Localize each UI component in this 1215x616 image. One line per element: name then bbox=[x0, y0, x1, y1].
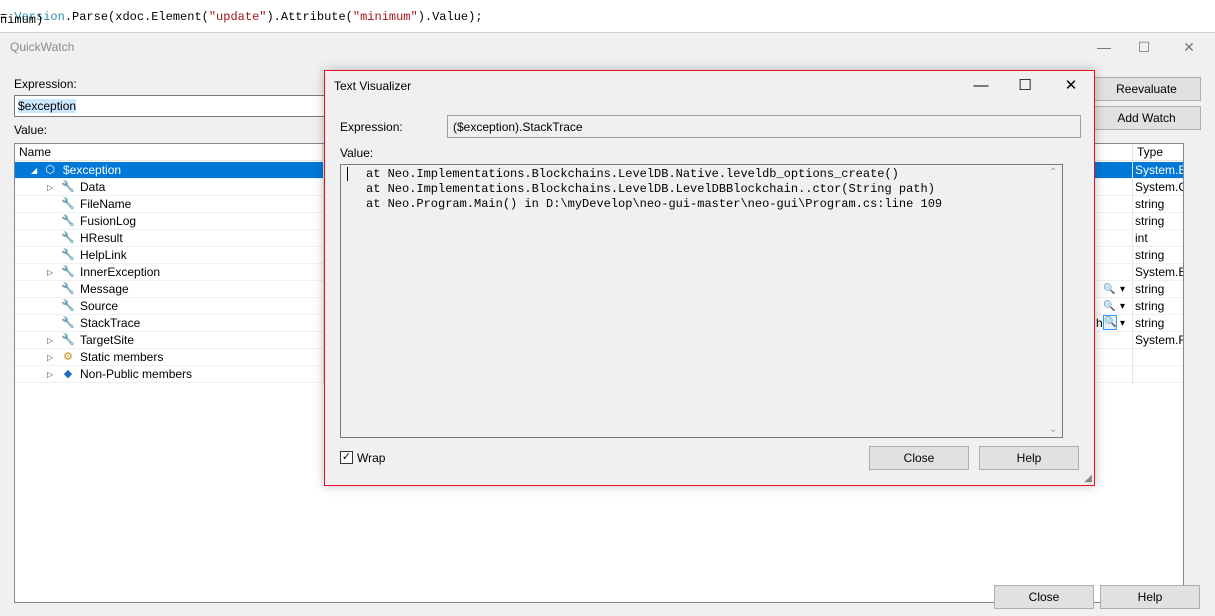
tree-row-name: $exception bbox=[63, 163, 122, 177]
collapse-icon[interactable]: ◢ bbox=[31, 162, 41, 179]
add-watch-button[interactable]: Add Watch bbox=[1092, 106, 1201, 130]
tree-row-name: TargetSite bbox=[80, 333, 135, 347]
grid-scrollbar[interactable]: ⌄ bbox=[1168, 162, 1183, 602]
expression-input[interactable]: $exception bbox=[14, 95, 326, 117]
tree-row-name: StackTrace bbox=[80, 316, 141, 330]
stack-trace-line: at Neo.Implementations.Blockchains.Level… bbox=[366, 167, 899, 181]
private-members-icon: ◆ bbox=[63, 368, 73, 380]
visualizer-dropdown-icon[interactable]: ▾ bbox=[1120, 281, 1125, 298]
scroll-down-icon[interactable]: ⌄ bbox=[1049, 424, 1057, 435]
wrench-icon: 🔧 bbox=[61, 215, 75, 227]
expand-icon[interactable]: ▷ bbox=[47, 349, 57, 366]
minimize-icon[interactable]: — bbox=[1093, 37, 1115, 57]
checkmark-icon: ✓ bbox=[341, 451, 352, 463]
scroll-up-icon[interactable]: ⌃ bbox=[1049, 167, 1057, 178]
tree-row-name: Non-Public members bbox=[80, 367, 193, 381]
stack-trace-line: at Neo.Implementations.Blockchains.Level… bbox=[366, 182, 935, 196]
textbox-scrollbar[interactable]: ⌃ ⌄ bbox=[1045, 165, 1062, 437]
magnifier-icon[interactable]: 🔍 bbox=[1103, 281, 1115, 298]
column-header-type[interactable]: Type bbox=[1133, 144, 1183, 161]
wrench-icon: 🔧 bbox=[61, 198, 75, 210]
minimize-icon[interactable]: — bbox=[966, 75, 996, 97]
tree-row-name: Source bbox=[80, 299, 119, 313]
tree-row-name: InnerException bbox=[80, 265, 161, 279]
quickwatch-help-button[interactable]: Help bbox=[1100, 585, 1200, 609]
tv-value-label: Value: bbox=[340, 146, 374, 160]
wrench-icon: 🔧 bbox=[61, 317, 75, 329]
tree-row-name: FileName bbox=[80, 197, 132, 211]
maximize-icon[interactable]: ☐ bbox=[1133, 37, 1155, 57]
column-header-name[interactable]: Name bbox=[15, 144, 323, 161]
magnifier-icon[interactable]: 🔍 bbox=[1103, 298, 1115, 315]
tree-row-name: FusionLog bbox=[80, 214, 137, 228]
text-visualizer-dialog: Text Visualizer — ☐ ✕ Expression: ($exce… bbox=[324, 70, 1095, 486]
wrench-icon: 🔧 bbox=[61, 249, 75, 261]
column-divider bbox=[1132, 144, 1133, 384]
code-line-2: nimum) bbox=[0, 13, 44, 27]
tree-row-name: Message bbox=[80, 282, 129, 296]
maximize-icon[interactable]: ☐ bbox=[1010, 75, 1040, 97]
static-members-icon: ⚙ bbox=[63, 351, 73, 363]
text-visualizer-title: Text Visualizer bbox=[334, 79, 412, 93]
wrench-icon: 🔧 bbox=[61, 181, 75, 193]
quickwatch-title: QuickWatch bbox=[10, 40, 75, 54]
expand-icon[interactable]: ▷ bbox=[47, 179, 57, 196]
tree-row-name: HResult bbox=[80, 231, 123, 245]
expand-icon[interactable]: ▷ bbox=[47, 264, 57, 281]
wrench-icon: 🔧 bbox=[61, 283, 75, 295]
object-icon: ⬡ bbox=[45, 164, 55, 176]
value-label: Value: bbox=[14, 123, 48, 137]
wrench-icon: 🔧 bbox=[61, 232, 75, 244]
wrench-icon: 🔧 bbox=[61, 300, 75, 312]
tv-close-button[interactable]: Close bbox=[869, 446, 969, 470]
close-icon[interactable]: ✕ bbox=[1178, 37, 1200, 57]
wrench-icon: 🔧 bbox=[61, 334, 75, 346]
wrap-checkbox[interactable]: ✓ bbox=[340, 451, 353, 464]
quickwatch-close-button[interactable]: Close bbox=[994, 585, 1094, 609]
wrench-icon: 🔧 bbox=[61, 266, 75, 278]
code-line-1: = Version.Parse(xdoc.Element("update").A… bbox=[0, 10, 483, 24]
tree-row-name: Static members bbox=[80, 350, 164, 364]
text-caret bbox=[347, 167, 348, 181]
tv-help-button[interactable]: Help bbox=[979, 446, 1079, 470]
expand-icon[interactable]: ▷ bbox=[47, 366, 57, 383]
value-fragment: h bbox=[1096, 316, 1103, 330]
expand-icon[interactable]: ▷ bbox=[47, 332, 57, 349]
expression-label: Expression: bbox=[14, 77, 77, 91]
tv-expression-label: Expression: bbox=[340, 120, 403, 134]
close-icon[interactable]: ✕ bbox=[1056, 75, 1086, 97]
reevaluate-button[interactable]: Reevaluate bbox=[1092, 77, 1201, 101]
stack-trace-textbox[interactable]: at Neo.Implementations.Blockchains.Level… bbox=[340, 164, 1063, 438]
tree-row-name: Data bbox=[80, 180, 106, 194]
tree-row-name: HelpLink bbox=[80, 248, 127, 262]
tv-expression-field[interactable]: ($exception).StackTrace bbox=[447, 115, 1081, 138]
visualizer-dropdown-icon[interactable]: ▾ bbox=[1120, 315, 1125, 332]
resize-grip-icon[interactable]: ◢ bbox=[1084, 473, 1092, 484]
stack-trace-line: at Neo.Program.Main() in D:\myDevelop\ne… bbox=[366, 197, 943, 211]
wrap-label[interactable]: Wrap bbox=[357, 451, 385, 465]
magnifier-icon[interactable]: 🔍 bbox=[1103, 315, 1118, 330]
visualizer-dropdown-icon[interactable]: ▾ bbox=[1120, 298, 1125, 315]
